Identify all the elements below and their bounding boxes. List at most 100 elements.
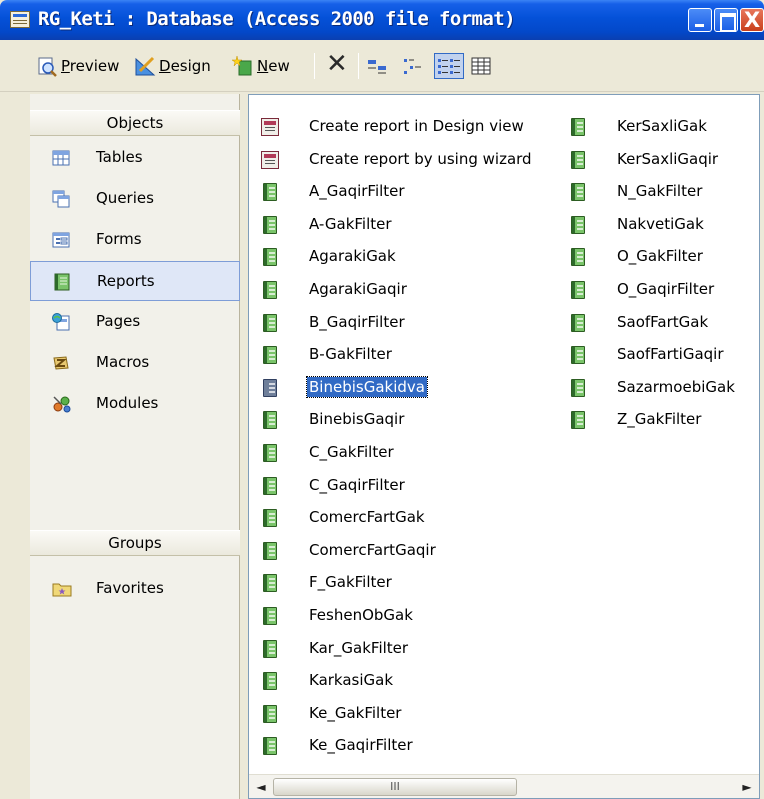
object-queries[interactable]: Queries	[30, 179, 240, 219]
report-list-item[interactable]: SaofFartGak	[571, 309, 751, 339]
object-forms[interactable]: Forms	[30, 220, 240, 260]
object-label: Queries	[96, 189, 154, 207]
report-item-label: KarkasiGak	[309, 671, 394, 690]
report-icon	[571, 150, 585, 169]
report-list-item[interactable]: C_GakFilter	[263, 439, 563, 469]
scroll-thumb[interactable]: III	[273, 778, 517, 796]
report-list-item[interactable]: Ke_GaqirFilter	[263, 732, 563, 762]
report-icon	[263, 639, 277, 658]
report-item-label: SaofFartiGaqir	[617, 345, 724, 364]
small-icons-view-icon[interactable]	[402, 56, 424, 76]
report-icon	[263, 672, 277, 691]
report-list-item[interactable]: B_GaqirFilter	[263, 309, 563, 339]
group-favorites[interactable]: Favorites	[30, 569, 240, 609]
report-list-item[interactable]: KerSaxliGak	[571, 113, 751, 143]
report-icon	[263, 444, 277, 462]
report-wizard-icon	[261, 118, 279, 136]
delete-button[interactable]: ✕	[326, 49, 348, 79]
report-list-item[interactable]: ComercFartGak	[263, 504, 563, 534]
large-icons-view-icon[interactable]	[366, 56, 388, 76]
report-list-item[interactable]: KarkasiGak	[263, 667, 563, 697]
report-list-pane: Create report in Design view Create repor…	[248, 94, 760, 799]
report-list-item[interactable]: O_GakFilter	[571, 243, 751, 273]
objects-bar: Objects Tables Queries Forms Reports Pag…	[30, 94, 240, 799]
create-report-wizard[interactable]: Create report by using wizard	[261, 146, 563, 176]
report-item-label: O_GakFilter	[617, 247, 703, 266]
report-icon	[571, 313, 585, 332]
object-modules[interactable]: Modules	[30, 384, 240, 424]
object-label: Modules	[96, 394, 159, 412]
report-list-item[interactable]: AgarakiGak	[263, 243, 563, 273]
scroll-right-arrow-icon[interactable]: ►	[737, 777, 757, 797]
object-label: Tables	[96, 148, 143, 166]
report-item-label: BinebisGaqir	[309, 410, 405, 429]
report-item-label: O_GaqirFilter	[617, 280, 715, 298]
report-wizard-icon	[261, 150, 279, 169]
report-icon	[263, 541, 277, 560]
report-list-item[interactable]: NakvetiGak	[571, 211, 751, 241]
report-list-item[interactable]: BinebisGakidva	[263, 374, 563, 404]
report-item-label: AgarakiGaqir	[309, 280, 407, 298]
report-list-item[interactable]: BinebisGaqir	[263, 406, 563, 436]
group-label: Favorites	[96, 579, 164, 597]
object-label: Pages	[96, 312, 141, 330]
title-bar[interactable]: RG_Keti : Database (Access 2000 file for…	[0, 0, 764, 40]
report-icon	[263, 346, 277, 365]
report-list-item[interactable]: N_GakFilter	[571, 178, 751, 208]
objects-group-header[interactable]: Objects	[30, 110, 240, 136]
preview-button[interactable]: Preview	[36, 52, 119, 80]
object-macros[interactable]: Macros	[30, 343, 240, 383]
close-icon: X	[744, 8, 761, 32]
report-list-item[interactable]: ComercFartGaqir	[263, 537, 563, 567]
object-reports[interactable]: Reports	[30, 261, 240, 301]
new-button[interactable]: New	[231, 52, 290, 80]
report-list-item[interactable]: A-GakFilter	[263, 211, 563, 241]
report-item-label: C_GakFilter	[309, 443, 394, 461]
groups-group-header[interactable]: Groups	[30, 530, 240, 556]
report-list-item[interactable]: B-GakFilter	[263, 341, 563, 371]
report-item-label: AgarakiGak	[309, 247, 396, 266]
new-label: New	[257, 57, 290, 75]
object-pages[interactable]: Pages	[30, 302, 240, 342]
report-list-item[interactable]: Ke_GakFilter	[263, 700, 563, 730]
report-item-label: B-GakFilter	[309, 345, 392, 364]
favorites-folder-icon	[52, 580, 72, 598]
report-list-item[interactable]: KerSaxliGaqir	[571, 146, 751, 176]
report-list-item[interactable]: A_GaqirFilter	[263, 178, 563, 208]
report-list-item[interactable]: F_GakFilter	[263, 569, 563, 599]
report-list-item[interactable]: Kar_GakFilter	[263, 635, 563, 665]
report-icon	[571, 281, 585, 299]
minimize-button[interactable]	[688, 8, 712, 32]
report-list-item[interactable]: Z_GakFilter	[571, 406, 751, 436]
scroll-left-arrow-icon[interactable]: ◄	[251, 777, 271, 797]
report-icon	[263, 737, 277, 756]
design-label: Design	[159, 57, 211, 75]
report-icon	[263, 574, 277, 593]
close-button[interactable]: X	[740, 8, 764, 32]
report-item-label: A_GaqirFilter	[309, 182, 405, 201]
list-view-icon[interactable]	[434, 53, 464, 79]
report-icon	[263, 509, 277, 528]
details-view-icon[interactable]	[470, 56, 492, 76]
report-item-label: Ke_GakFilter	[309, 703, 402, 722]
report-list-item[interactable]: FeshenObGak	[263, 602, 563, 632]
page-icon	[52, 313, 70, 331]
macro-icon	[52, 354, 70, 372]
report-list-item[interactable]: C_GaqirFilter	[263, 472, 563, 502]
report-item-label: KerSaxliGaqir	[617, 149, 719, 168]
preview-icon	[36, 55, 58, 77]
form-icon	[52, 231, 70, 249]
report-list-item[interactable]: AgarakiGaqir	[263, 276, 563, 306]
maximize-button[interactable]	[714, 8, 738, 32]
horizontal-scrollbar[interactable]: ◄ III ►	[249, 774, 759, 798]
report-list-item[interactable]: SaofFartiGaqir	[571, 341, 751, 371]
object-tables[interactable]: Tables	[30, 138, 240, 178]
report-item-label: Kar_GakFilter	[309, 638, 409, 657]
report-list-item[interactable]: O_GaqirFilter	[571, 276, 751, 306]
database-icon	[10, 11, 30, 28]
report-item-label: Create report in Design view	[309, 117, 524, 135]
report-item-label: Create report by using wizard	[309, 149, 532, 168]
create-report-design-view[interactable]: Create report in Design view	[261, 113, 563, 143]
design-button[interactable]: Design	[134, 52, 211, 80]
report-list-item[interactable]: SazarmoebiGak	[571, 374, 751, 404]
